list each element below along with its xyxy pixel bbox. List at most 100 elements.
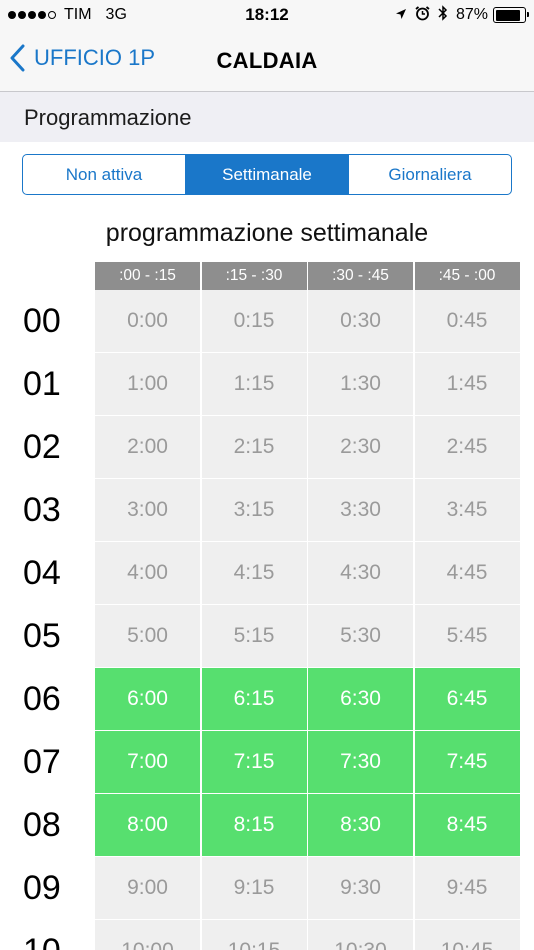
hour-label: 10 [23,932,83,950]
schedule-row: 05 5:00 5:15 5:30 5:45 [0,605,534,668]
row-cells: 4:00 4:15 4:30 4:45 [95,542,521,605]
time-slot-cell[interactable]: 0:30 [308,290,413,352]
schedule-title: programmazione settimanale [105,219,429,247]
row-cells: 9:00 9:15 9:30 9:45 [95,857,521,920]
time-slot-cell[interactable]: 1:45 [414,353,520,415]
time-slot-cell[interactable]: 0:00 [95,290,200,352]
section-header: Programmazione [0,92,534,142]
schedule-row: 10 10:0010:1510:3010:45 [0,920,534,950]
mode-segmented-control: Non attiva Settimanale Giornaliera [22,154,512,195]
time-slot-cell[interactable]: 4:30 [308,542,413,604]
time-slot-cell[interactable]: 4:15 [201,542,307,604]
status-bar: TIM 3G 18:12 87% [0,0,534,30]
time-slot-cell[interactable]: 8:15 [201,794,307,856]
time-slot-cell[interactable]: 10:15 [201,920,307,950]
segment-giornaliera[interactable]: Giornaliera [349,155,511,194]
row-cells: 3:00 3:15 3:30 3:45 [95,479,521,542]
hour-label: 03 [23,491,61,529]
time-slot-cell[interactable]: 8:45 [414,794,520,856]
time-slot-cell[interactable]: 5:00 [95,605,200,667]
time-slot-cell[interactable]: 6:30 [308,668,413,730]
time-slot-cell[interactable]: 7:30 [308,731,413,793]
schedule-row: 04 4:00 4:15 4:30 4:45 [0,542,534,605]
time-slot-cell[interactable]: 2:15 [201,416,307,478]
battery-icon [493,7,529,23]
time-slot-cell[interactable]: 2:30 [308,416,413,478]
battery-percentage: 87% [455,6,488,23]
segment-settimanale[interactable]: Settimanale [186,155,349,194]
status-right: 87% [395,5,529,25]
schedule-row: 09 9:00 9:15 9:30 9:45 [0,857,534,920]
hour-label: 09 [23,869,61,907]
time-slot-cell[interactable]: 7:00 [95,731,200,793]
row-cells: 2:00 2:15 2:30 2:45 [95,416,521,479]
time-slot-cell[interactable]: 10:30 [308,920,413,950]
schedule-row: 08 8:00 8:15 8:30 8:45 [0,794,534,857]
time-slot-cell[interactable]: 10:00 [95,920,200,950]
time-slot-cell[interactable]: 5:45 [414,605,520,667]
row-cells: 5:00 5:15 5:30 5:45 [95,605,521,668]
hour-label: 07 [23,743,61,781]
hour-label: 05 [23,617,61,655]
location-arrow-icon [395,7,407,24]
schedule-row: 00 0:00 0:15 0:30 0:45 [0,290,534,353]
time-slot-cell[interactable]: 4:45 [414,542,520,604]
time-slot-cell[interactable]: 7:15 [201,731,307,793]
time-slot-cell[interactable]: 2:00 [95,416,200,478]
schedule-row: 06 6:00 6:15 6:30 6:45 [0,668,534,731]
time-slot-cell[interactable]: 9:45 [414,857,520,919]
time-slot-cell[interactable]: 1:30 [308,353,413,415]
schedule-row: 03 3:00 3:15 3:30 3:45 [0,479,534,542]
alarm-icon [415,5,430,25]
time-slot-cell[interactable]: 3:00 [95,479,200,541]
row-cells: 7:00 7:15 7:30 7:45 [95,731,521,794]
column-header: :00 - :15 [95,262,200,290]
hour-label: 06 [23,680,61,718]
time-slot-cell[interactable]: 9:15 [201,857,307,919]
time-slot-cell[interactable]: 7:45 [414,731,520,793]
navigation-bar: UFFICIO 1P CALDAIA [0,30,534,92]
hour-label: 01 [23,365,61,403]
row-cells: 6:00 6:15 6:30 6:45 [95,668,521,731]
row-cells: 10:0010:1510:3010:45 [95,920,521,950]
page-title-text: CALDAIA [216,48,318,73]
schedule-row: 01 1:00 1:15 1:30 1:45 [0,353,534,416]
time-slot-cell[interactable]: 2:45 [414,416,520,478]
time-slot-cell[interactable]: 3:30 [308,479,413,541]
time-slot-cell[interactable]: 8:00 [95,794,200,856]
hour-label: 02 [23,428,61,466]
schedule-grid: 00 0:00 0:15 0:30 0:45 01 1:00 1:15 1:30 1:45 02 2:… [0,290,534,950]
time-slot-cell[interactable]: 0:15 [201,290,307,352]
hour-label: 04 [23,554,61,592]
time-slot-cell[interactable]: 6:00 [95,668,200,730]
time-slot-cell[interactable]: 5:15 [201,605,307,667]
bluetooth-icon [438,5,448,25]
column-header: :30 - :45 [308,262,413,290]
column-header: :45 - :00 [414,262,520,290]
time-slot-cell[interactable]: 3:15 [201,479,307,541]
time-slot-cell[interactable]: 8:30 [308,794,413,856]
row-cells: 0:00 0:15 0:30 0:45 [95,290,521,353]
schedule-row: 02 2:00 2:15 2:30 2:45 [0,416,534,479]
section-title: Programmazione [24,105,192,130]
hour-label: 00 [23,302,61,340]
column-headers: :00 - :15:15 - :30:30 - :45:45 - :00 [95,262,521,290]
time-slot-cell[interactable]: 10:45 [414,920,520,950]
time-slot-cell[interactable]: 1:15 [201,353,307,415]
column-header: :15 - :30 [201,262,307,290]
time-slot-cell[interactable]: 1:00 [95,353,200,415]
time-slot-cell[interactable]: 9:30 [308,857,413,919]
time-slot-cell[interactable]: 5:30 [308,605,413,667]
row-cells: 1:00 1:15 1:30 1:45 [95,353,521,416]
time-slot-cell[interactable]: 6:15 [201,668,307,730]
time-slot-cell[interactable]: 9:00 [95,857,200,919]
segment-non-attiva[interactable]: Non attiva [23,155,186,194]
schedule-row: 07 7:00 7:15 7:30 7:45 [0,731,534,794]
time-slot-cell[interactable]: 6:45 [414,668,520,730]
time-slot-cell[interactable]: 0:45 [414,290,520,352]
time-slot-cell[interactable]: 3:45 [414,479,520,541]
row-cells: 8:00 8:15 8:30 8:45 [95,794,521,857]
hour-label: 08 [23,806,61,844]
time-slot-cell[interactable]: 4:00 [95,542,200,604]
battery-level [495,9,520,21]
